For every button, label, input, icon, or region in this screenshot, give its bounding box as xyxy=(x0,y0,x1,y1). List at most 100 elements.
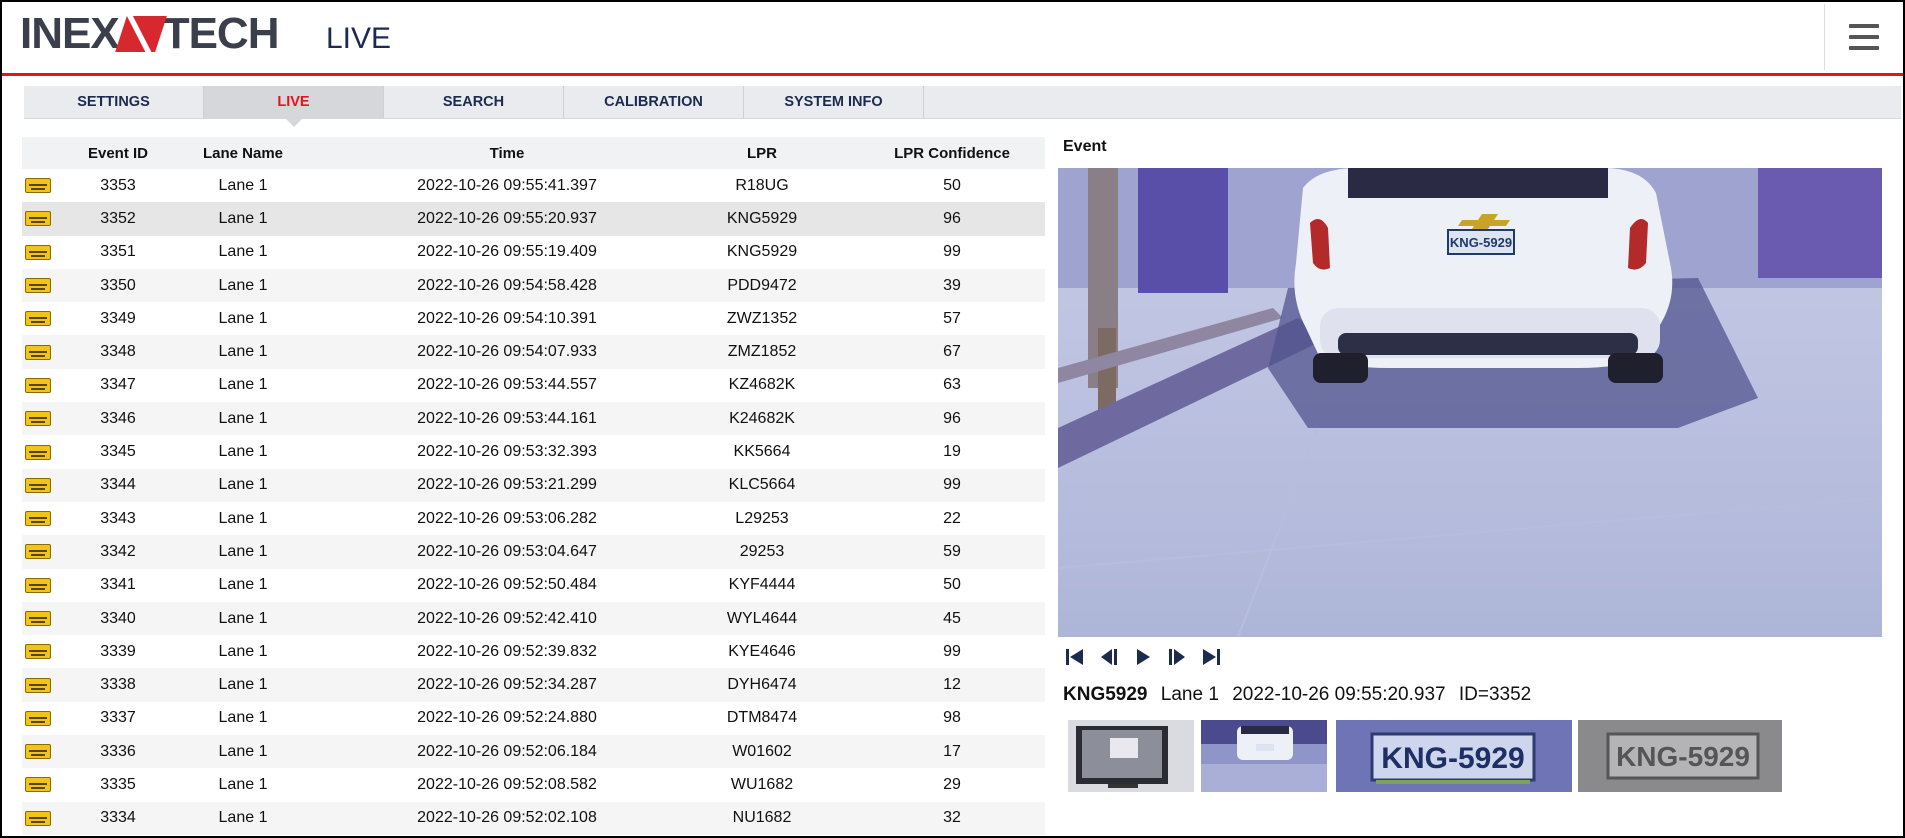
row-icon-cell xyxy=(22,702,54,735)
time-cell: 2022-10-26 09:55:20.937 xyxy=(417,209,597,227)
license-plate-icon xyxy=(25,777,51,793)
row-icon-cell xyxy=(22,602,54,635)
license-plate-icon xyxy=(25,611,51,626)
column-header-lane-name[interactable]: Lane Name xyxy=(152,137,334,169)
lpr-confidence-cell: 45 xyxy=(943,609,961,627)
skip-to-start-button[interactable] xyxy=(1062,646,1088,668)
event-plate: KNG5929 xyxy=(1063,684,1148,705)
tab-live[interactable]: LIVE xyxy=(204,86,384,127)
vehicle-thumbnail[interactable] xyxy=(1201,720,1327,792)
lane-name-cell: Lane 1 xyxy=(218,176,268,194)
license-plate-icon xyxy=(25,577,51,593)
lpr-confidence-cell: 57 xyxy=(943,309,961,327)
lpr-confidence-cell: 32 xyxy=(943,809,961,827)
license-plate-icon xyxy=(25,344,51,360)
row-icon-cell xyxy=(22,435,54,468)
table-row[interactable]: 3343 Lane 1 2022-10-26 09:53:06.282 L29253 2… xyxy=(22,502,1045,535)
lane-name-cell: Lane 1 xyxy=(218,609,268,627)
lpr-confidence-cell: 99 xyxy=(943,642,961,660)
time-cell: 2022-10-26 09:52:06.184 xyxy=(417,742,597,760)
play-icon xyxy=(1137,649,1150,665)
event-time: 2022-10-26 09:55:20.937 xyxy=(1232,684,1446,705)
plate-color-thumbnail[interactable]: KNG-5929 xyxy=(1336,720,1572,792)
time-cell: 2022-10-26 09:52:50.484 xyxy=(417,576,597,594)
table-row[interactable]: 3344 Lane 1 2022-10-26 09:53:21.299 KLC5664… xyxy=(22,468,1045,502)
table-row[interactable]: 3345 Lane 1 2022-10-26 09:53:32.393 KK5664 1… xyxy=(22,435,1045,468)
tab-bar: SETTINGS LIVE SEARCH CALIBRATION SYSTEM INFO xyxy=(24,86,1901,127)
table-row[interactable]: 3352 Lane 1 2022-10-26 09:55:20.937 KNG5929… xyxy=(22,202,1045,236)
step-forward-button[interactable] xyxy=(1164,646,1190,668)
tab-system-info[interactable]: SYSTEM INFO xyxy=(744,86,924,118)
menu-button[interactable] xyxy=(1824,4,1903,70)
table-row[interactable]: 3335 Lane 1 2022-10-26 09:52:08.582 WU1682 2… xyxy=(22,768,1045,801)
time-cell: 2022-10-26 09:52:42.410 xyxy=(417,609,597,627)
lpr-confidence-cell: 99 xyxy=(943,476,961,494)
license-plate-icon xyxy=(25,511,51,527)
time-cell: 2022-10-26 09:53:21.299 xyxy=(417,476,597,494)
row-icon-cell xyxy=(22,402,54,435)
tab-search[interactable]: SEARCH xyxy=(384,86,564,118)
tab-settings[interactable]: SETTINGS xyxy=(24,86,204,118)
table-row[interactable]: 3334 Lane 1 2022-10-26 09:52:02.108 NU1682 3… xyxy=(22,801,1045,835)
table-row[interactable]: 3347 Lane 1 2022-10-26 09:53:44.557 KZ4682K… xyxy=(22,369,1045,402)
skip-to-end-button[interactable] xyxy=(1198,646,1224,668)
column-header-lpr-confidence[interactable]: LPR Confidence xyxy=(832,137,1072,169)
column-header-time[interactable]: Time xyxy=(342,137,672,169)
lane-name-cell: Lane 1 xyxy=(218,576,268,594)
table-row[interactable]: 3348 Lane 1 2022-10-26 09:54:07.933 ZMZ1852… xyxy=(22,335,1045,369)
row-icon-cell xyxy=(22,169,54,202)
license-plate-icon xyxy=(25,211,51,227)
event-caption: KNG5929 Lane 1 2022-10-26 09:55:20.937 I… xyxy=(1063,684,1539,706)
plate-gray-thumbnail[interactable]: KNG-5929 xyxy=(1578,720,1782,792)
logo-text-right: TECH xyxy=(162,9,280,58)
lane-name-cell: Lane 1 xyxy=(218,809,268,827)
lpr-confidence-cell: 17 xyxy=(943,742,961,760)
table-row[interactable]: 3338 Lane 1 2022-10-26 09:52:34.287 DYH6474… xyxy=(22,668,1045,702)
row-icon-cell xyxy=(22,735,54,768)
lpr-confidence-cell: 59 xyxy=(943,542,961,560)
time-cell: 2022-10-26 09:53:06.282 xyxy=(417,509,597,527)
row-icon-cell xyxy=(22,269,54,302)
play-button[interactable] xyxy=(1130,646,1156,668)
vehicle-camera-image: KNG-5929 xyxy=(1058,168,1882,637)
table-row[interactable]: 3340 Lane 1 2022-10-26 09:52:42.410 WYL4644… xyxy=(22,601,1045,636)
table-body: 3353 Lane 1 2022-10-26 09:55:41.397 R18UG 50… xyxy=(22,169,1045,835)
table-row[interactable]: 3349 Lane 1 2022-10-26 09:54:10.391 ZWZ1352… xyxy=(22,302,1045,335)
lpr-confidence-cell: 50 xyxy=(943,576,961,594)
overview-thumbnail[interactable] xyxy=(1068,720,1194,792)
lpr-confidence-cell: 96 xyxy=(943,209,961,227)
lane-name-cell: Lane 1 xyxy=(218,676,268,694)
time-cell: 2022-10-26 09:55:19.409 xyxy=(417,243,597,261)
table-header: Event ID Lane Name Time LPR LPR Confiden… xyxy=(22,137,1045,169)
table-row[interactable]: 3336 Lane 1 2022-10-26 09:52:06.184 W01602 1… xyxy=(22,735,1045,769)
table-row[interactable]: 3350 Lane 1 2022-10-26 09:54:58.428 PDD9472… xyxy=(22,268,1045,303)
table-row[interactable]: 3342 Lane 1 2022-10-26 09:53:04.647 29253 59 xyxy=(22,535,1045,569)
event-id: ID=3352 xyxy=(1458,684,1532,705)
license-plate-icon xyxy=(25,377,51,393)
table-row[interactable]: 3353 Lane 1 2022-10-26 09:55:41.397 R18UG 50 xyxy=(22,169,1045,202)
table-row[interactable]: 3337 Lane 1 2022-10-26 09:52:24.880 DTM8474… xyxy=(22,702,1045,735)
time-cell: 2022-10-26 09:52:24.880 xyxy=(417,709,597,727)
tab-calibration[interactable]: CALIBRATION xyxy=(564,86,744,118)
row-icon-cell xyxy=(22,569,54,602)
row-icon-cell xyxy=(22,202,54,235)
license-plate-icon xyxy=(25,178,51,194)
lpr-confidence-cell: 63 xyxy=(943,376,961,394)
lane-name-cell: Lane 1 xyxy=(218,443,268,461)
events-table: Event ID Lane Name Time LPR LPR Confiden… xyxy=(22,137,1045,835)
lane-name-cell: Lane 1 xyxy=(218,509,268,527)
lane-name-cell: Lane 1 xyxy=(218,775,268,793)
lane-name-cell: Lane 1 xyxy=(218,343,268,361)
lane-name-cell: Lane 1 xyxy=(218,476,268,494)
step-back-button[interactable] xyxy=(1096,646,1122,668)
table-row[interactable]: 3346 Lane 1 2022-10-26 09:53:44.161 K24682K… xyxy=(22,402,1045,436)
event-image[interactable]: KNG-5929 xyxy=(1058,168,1882,637)
license-plate-icon xyxy=(25,444,51,460)
row-icon-cell xyxy=(22,236,54,269)
skip-to-start-icon xyxy=(1066,649,1083,665)
table-row[interactable]: 3339 Lane 1 2022-10-26 09:52:39.832 KYE4646… xyxy=(22,635,1045,668)
lpr-confidence-cell: 99 xyxy=(943,243,961,261)
lpr-confidence-cell: 12 xyxy=(943,676,961,694)
table-row[interactable]: 3351 Lane 1 2022-10-26 09:55:19.409 KNG5929… xyxy=(22,236,1045,269)
table-row[interactable]: 3341 Lane 1 2022-10-26 09:52:50.484 KYF4444… xyxy=(22,569,1045,602)
